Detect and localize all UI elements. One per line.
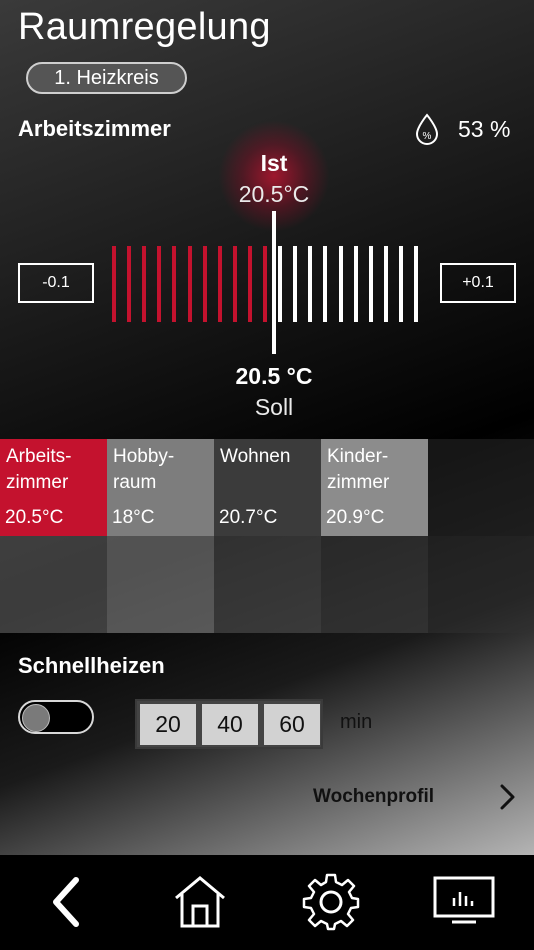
temperature-bar bbox=[383, 246, 388, 322]
room-tile-name: Wohnen bbox=[220, 446, 291, 467]
room-tile-arbeitszimmer[interactable]: Arbeits- zimmer 20.5°C bbox=[0, 439, 107, 536]
temperature-bar bbox=[247, 246, 252, 322]
quick-heat-toggle[interactable] bbox=[18, 700, 94, 734]
humidity-drop-icon: % bbox=[415, 113, 439, 145]
setpoint-label: Soll bbox=[254, 394, 294, 420]
room-tile-wohnen[interactable]: Wohnen 20.7°C bbox=[214, 439, 321, 536]
room-tile-temperature: 18°C bbox=[112, 507, 155, 528]
temperature-bar bbox=[127, 246, 132, 322]
back-icon[interactable] bbox=[44, 872, 88, 932]
temperature-bar bbox=[414, 246, 418, 322]
temperature-bar bbox=[323, 246, 328, 322]
svg-text:%: % bbox=[423, 131, 432, 142]
room-tile-empty bbox=[428, 439, 534, 536]
temperature-bar bbox=[398, 246, 403, 322]
toggle-knob bbox=[22, 704, 50, 732]
temperature-bar bbox=[232, 246, 237, 322]
temperature-bar bbox=[338, 246, 343, 322]
temperature-bar bbox=[368, 246, 373, 322]
room-tile-empty bbox=[214, 536, 321, 633]
weekly-profile-link[interactable]: Wochenprofil bbox=[313, 786, 434, 808]
temperature-bar bbox=[157, 246, 162, 322]
temperature-bar bbox=[263, 246, 267, 322]
home-icon[interactable] bbox=[172, 872, 228, 932]
settings-gear-icon[interactable] bbox=[302, 872, 360, 932]
decrease-temperature-button[interactable]: -0.1 bbox=[18, 263, 94, 303]
temperature-bar bbox=[202, 246, 207, 322]
room-tile-name: Kinder- zimmer bbox=[327, 446, 390, 493]
page-title: Raumregelung bbox=[18, 6, 271, 48]
room-tile-temperature: 20.9°C bbox=[326, 507, 385, 528]
duration-60-button[interactable]: 60 bbox=[264, 704, 320, 745]
quick-heat-title: Schnellheizen bbox=[18, 653, 165, 678]
room-tile-name: Arbeits- zimmer bbox=[6, 446, 72, 493]
actual-temperature-label: Ist bbox=[260, 150, 288, 176]
temperature-bar bbox=[172, 246, 177, 322]
duration-20-button[interactable]: 20 bbox=[140, 704, 196, 745]
temperature-bar bbox=[353, 246, 358, 322]
temperature-bar bbox=[308, 246, 313, 322]
duration-40-button[interactable]: 40 bbox=[202, 704, 258, 745]
temperature-bar bbox=[142, 246, 147, 322]
setpoint-value: 20.5 °C bbox=[235, 363, 313, 389]
chevron-right-icon[interactable] bbox=[495, 782, 519, 812]
temperature-bar bbox=[187, 246, 192, 322]
room-tile-name: Hobby- raum bbox=[113, 446, 175, 493]
duration-unit: min bbox=[340, 711, 373, 733]
heating-circuit-selector[interactable]: 1. Heizkreis bbox=[26, 62, 187, 94]
temperature-bar bbox=[278, 246, 283, 322]
room-tile-temperature: 20.5°C bbox=[5, 507, 64, 528]
quick-heat-duration-group: 20 40 60 bbox=[135, 699, 323, 749]
room-tile-kinderzimmer[interactable]: Kinder- zimmer 20.9°C bbox=[321, 439, 428, 536]
room-tile-empty bbox=[321, 536, 428, 633]
actual-temperature-value: 20.5°C bbox=[238, 181, 310, 207]
temperature-bar bbox=[293, 246, 298, 322]
setpoint-indicator[interactable] bbox=[272, 211, 276, 354]
humidity-value: 53 % bbox=[458, 116, 511, 142]
increase-temperature-button[interactable]: +0.1 bbox=[440, 263, 516, 303]
temperature-bar bbox=[112, 246, 116, 322]
temperature-bar bbox=[217, 246, 222, 322]
room-tile-hobbyraum[interactable]: Hobby- raum 18°C bbox=[107, 439, 214, 536]
room-tile-temperature: 20.7°C bbox=[219, 507, 278, 528]
room-tile-empty bbox=[428, 536, 534, 633]
room-name: Arbeitszimmer bbox=[18, 116, 171, 141]
app-screen: Raumregelung 1. Heizkreis Arbeitszimmer … bbox=[0, 0, 534, 950]
statistics-icon[interactable] bbox=[432, 872, 496, 932]
room-tile-empty bbox=[107, 536, 214, 633]
room-tile-empty bbox=[0, 536, 107, 633]
